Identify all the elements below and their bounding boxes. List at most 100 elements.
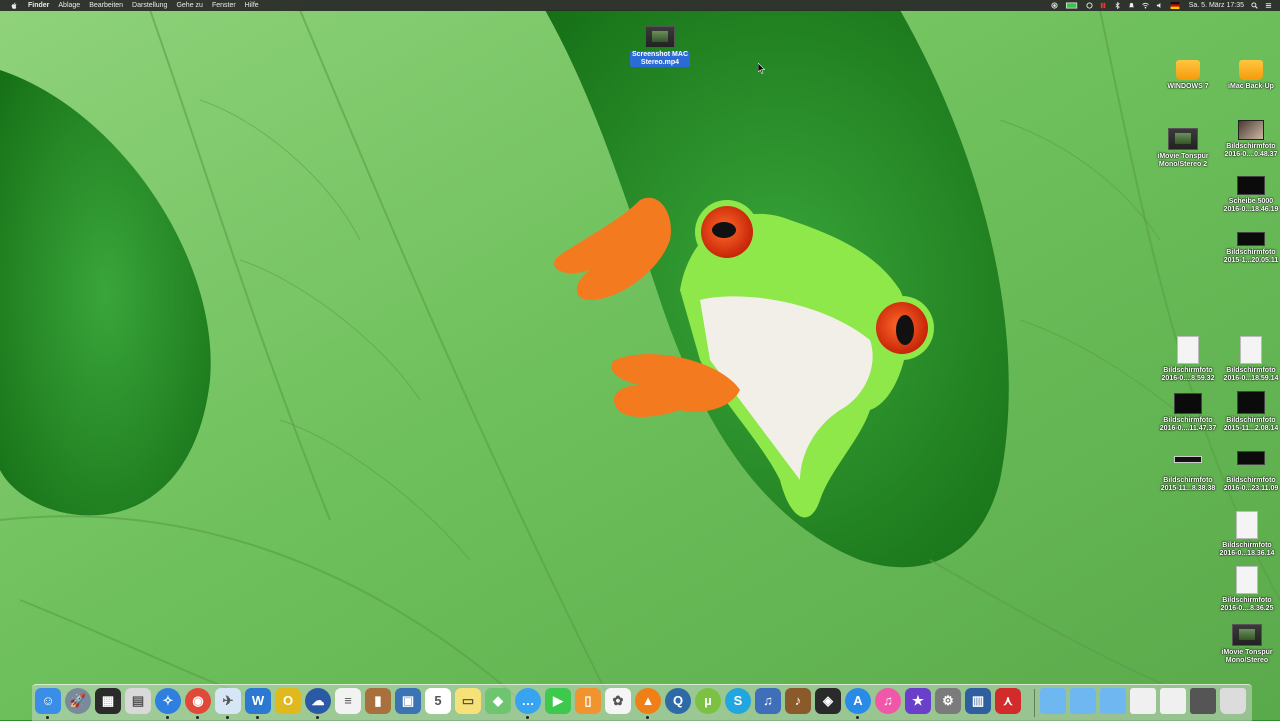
desktop-icon-scheibe-5000[interactable]: Scheibe 5000 2016-0...18.46.19 bbox=[1216, 176, 1280, 214]
image-file-icon bbox=[1240, 336, 1262, 364]
desktop-icon-label: Bildschirmfoto 2015-1...20.05.11 bbox=[1223, 249, 1279, 264]
menu-fenster[interactable]: Fenster bbox=[212, 0, 236, 11]
image-file-icon bbox=[1237, 232, 1265, 246]
app-store-icon[interactable]: A bbox=[845, 688, 871, 714]
skype-glyph: S bbox=[733, 693, 743, 708]
language-flag-icon[interactable] bbox=[1170, 2, 1180, 9]
desktop-icon-bildschirmfoto-4[interactable]: Bildschirmfoto 2016-0...18.59.14 bbox=[1216, 336, 1280, 383]
desktop-icon-bildschirmfoto-5[interactable]: Bildschirmfoto 2016-0....11.47.37 bbox=[1153, 393, 1223, 433]
chrome-icon[interactable]: ◉ bbox=[185, 688, 211, 714]
folder-stack-1-icon[interactable] bbox=[1040, 688, 1066, 714]
desktop-icon-label: Bildschirmfoto 2016-0...18.36.14 bbox=[1219, 542, 1275, 557]
xld-icon[interactable]: ◈ bbox=[815, 688, 841, 714]
sync-icon[interactable] bbox=[1086, 2, 1093, 9]
system-preferences-icon[interactable]: ⚙ bbox=[935, 688, 961, 714]
battery-status-icon[interactable] bbox=[1065, 2, 1079, 9]
launchpad-icon[interactable]: 🚀 bbox=[65, 688, 91, 714]
maps-icon[interactable]: ◆ bbox=[485, 688, 511, 714]
desktop-icon-label: Bildschirmfoto 2016-0....8.59.32 bbox=[1161, 367, 1215, 382]
messages-icon[interactable]: … bbox=[515, 688, 541, 714]
desktop-icon-imac-backup-drive[interactable]: iMac Back-Up bbox=[1216, 60, 1280, 91]
menu-finder[interactable]: Finder bbox=[28, 0, 49, 11]
facetime-icon[interactable]: ▶ bbox=[545, 688, 571, 714]
acrobat-icon[interactable]: ⋏ bbox=[995, 688, 1021, 714]
screenshot-stack-icon[interactable] bbox=[1190, 688, 1216, 714]
document-stack-1-icon[interactable] bbox=[1130, 688, 1156, 714]
folder-stack-3-icon[interactable] bbox=[1100, 688, 1126, 714]
maps-glyph: ◆ bbox=[493, 693, 503, 708]
trash-icon[interactable] bbox=[1220, 688, 1246, 714]
menu-bearbeiten[interactable]: Bearbeiten bbox=[89, 0, 123, 11]
vlc-icon[interactable]: ▲ bbox=[635, 688, 661, 714]
instrument-glyph: ♪ bbox=[794, 693, 802, 708]
audio-level-icon[interactable] bbox=[1100, 2, 1107, 9]
desktop-icon-label: iMovie Tonspur Mono/Stereo bbox=[1221, 649, 1273, 664]
stickies-icon[interactable]: ▭ bbox=[455, 688, 481, 714]
desktop-icon-bildschirmfoto-8[interactable]: Bildschirmfoto 2016-0...23.11.09 bbox=[1216, 451, 1280, 493]
word-glyph: W bbox=[251, 693, 265, 708]
running-indicator bbox=[46, 716, 49, 719]
menu-ablage[interactable]: Ablage bbox=[58, 0, 80, 11]
desktop-icon-windows-drive[interactable]: WINDOWS 7 bbox=[1153, 60, 1223, 91]
mac-tool-icon[interactable]: ▥ bbox=[965, 688, 991, 714]
facetime-glyph: ▶ bbox=[553, 693, 563, 708]
word-icon[interactable]: W bbox=[245, 688, 271, 714]
menu-hilfe[interactable]: Hilfe bbox=[245, 0, 259, 11]
volume-icon[interactable] bbox=[1156, 2, 1163, 9]
desktop-icon-bildschirmfoto-9[interactable]: Bildschirmfoto 2016-0...18.36.14 bbox=[1212, 511, 1280, 558]
ibooks-icon[interactable]: ▯ bbox=[575, 688, 601, 714]
mail-icon[interactable]: ✈ bbox=[215, 688, 241, 714]
utorrent-icon[interactable]: µ bbox=[695, 688, 721, 714]
selected-video-file[interactable]: Screenshot MAC Stereo.mp4 bbox=[625, 26, 695, 67]
notes-icon[interactable]: ≡ bbox=[335, 688, 361, 714]
skype-icon[interactable]: S bbox=[725, 688, 751, 714]
desktop-icon-bildschirmfoto-3[interactable]: Bildschirmfoto 2016-0....8.59.32 bbox=[1153, 336, 1223, 383]
photo-booth-icon[interactable]: ▣ bbox=[395, 688, 421, 714]
calendar-glyph: 5 bbox=[434, 693, 442, 708]
finder-glyph: ☺ bbox=[41, 693, 55, 708]
menu-clock[interactable]: Sa. 5. März 17:35 bbox=[1189, 0, 1244, 11]
acrobat-glyph: ⋏ bbox=[1003, 693, 1013, 708]
desktop-icon-bildschirmfoto-2[interactable]: Bildschirmfoto 2015-1...20.05.11 bbox=[1216, 232, 1280, 265]
desktop-icon-label: Scheibe 5000 2016-0...18.46.19 bbox=[1223, 198, 1279, 213]
mission-control-icon[interactable]: ▦ bbox=[95, 688, 121, 714]
hard-drive-icon bbox=[1176, 60, 1200, 80]
photos-icon[interactable]: ✿ bbox=[605, 688, 631, 714]
contacts-icon[interactable]: ▮ bbox=[365, 688, 391, 714]
record-icon[interactable] bbox=[1051, 2, 1058, 9]
desktop-icon-bildschirmfoto-6[interactable]: Bildschirmfoto 2015-11...2.08.14 bbox=[1216, 391, 1280, 433]
notification-icon[interactable] bbox=[1128, 2, 1135, 9]
desktop-icon-bildschirmfoto-10[interactable]: Bildschirmfoto 2016-0....8.36.25 bbox=[1212, 566, 1280, 613]
opera-icon[interactable]: O bbox=[275, 688, 301, 714]
audio-app-icon[interactable]: ♫ bbox=[755, 688, 781, 714]
desktop-icon-imovie-tonspur[interactable]: iMovie Tonspur Mono/Stereo bbox=[1212, 624, 1280, 665]
desktop-icon-imovie-tonspur-2[interactable]: iMovie Tonspur Mono/Stereo 2 bbox=[1148, 128, 1218, 169]
image-file-icon bbox=[1174, 456, 1202, 463]
menu-darstellung[interactable]: Darstellung bbox=[132, 0, 167, 11]
desktop-wallpaper bbox=[0, 0, 1280, 720]
safari-glyph: ✧ bbox=[162, 693, 174, 708]
teamspeak-icon[interactable]: ☁ bbox=[305, 688, 331, 714]
photos-glyph: ✿ bbox=[612, 693, 624, 708]
finder-icon[interactable]: ☺ bbox=[35, 688, 61, 714]
apple-menu-icon[interactable] bbox=[10, 2, 18, 10]
bluetooth-icon[interactable] bbox=[1114, 2, 1121, 9]
quicktime-glyph: Q bbox=[672, 693, 684, 708]
itunes-icon[interactable]: ♫ bbox=[875, 688, 901, 714]
instrument-icon[interactable]: ♪ bbox=[785, 688, 811, 714]
safari-icon[interactable]: ✧ bbox=[155, 688, 181, 714]
desktop-icon-bildschirmfoto-1[interactable]: Bildschirmfoto 2016-0....0.48.37 bbox=[1216, 120, 1280, 159]
running-indicator bbox=[526, 716, 529, 719]
preview-icon[interactable]: ▤ bbox=[125, 688, 151, 714]
spotlight-icon[interactable] bbox=[1251, 2, 1258, 9]
quicktime-icon[interactable]: Q bbox=[665, 688, 691, 714]
folder-stack-2-icon[interactable] bbox=[1070, 688, 1096, 714]
stickies-glyph: ▭ bbox=[461, 693, 475, 708]
desktop-icon-bildschirmfoto-7[interactable]: Bildschirmfoto 2015-11...8.38.38 bbox=[1153, 456, 1223, 493]
calendar-icon[interactable]: 5 bbox=[425, 688, 451, 714]
wifi-icon[interactable] bbox=[1141, 2, 1149, 9]
notification-center-icon[interactable] bbox=[1265, 2, 1272, 9]
menu-gehe-zu[interactable]: Gehe zu bbox=[176, 0, 202, 11]
imovie-icon[interactable]: ★ bbox=[905, 688, 931, 714]
document-stack-2-icon[interactable] bbox=[1160, 688, 1186, 714]
